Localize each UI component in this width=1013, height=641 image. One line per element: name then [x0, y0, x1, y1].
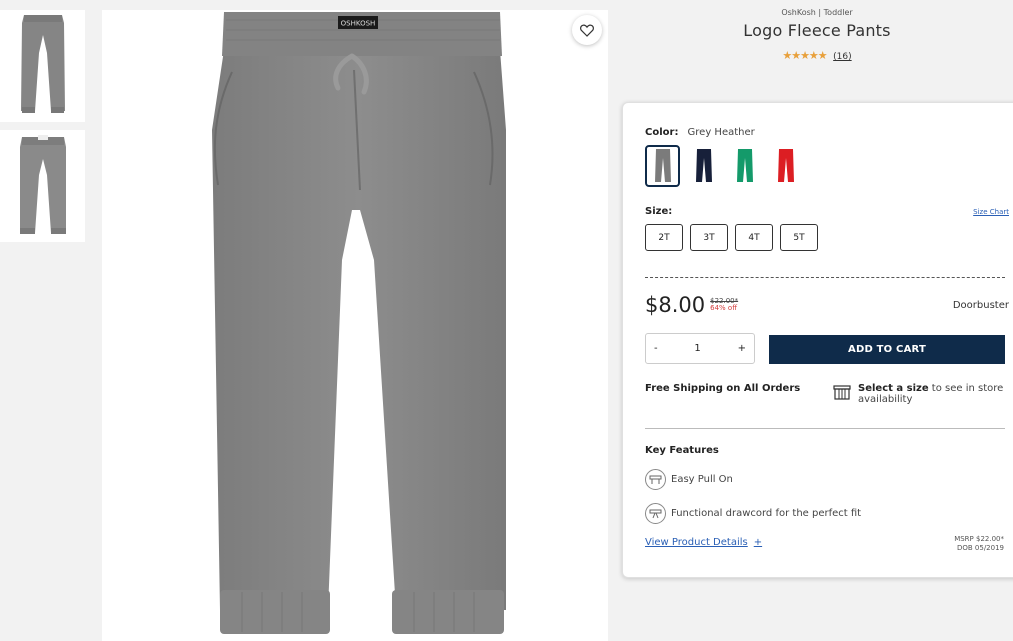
- price-row: $8.00 $22.00* 64% off Doorbuster: [645, 293, 1009, 317]
- color-label: Color:: [645, 127, 679, 138]
- add-to-cart-button[interactable]: ADD TO CART: [769, 335, 1005, 364]
- msrp-info: MSRP $22.00* DOB 05/2019: [954, 535, 1004, 553]
- store-icon: [833, 385, 851, 400]
- grey-pants-image: OSHKOSH: [212, 12, 506, 634]
- feature-item: Functional drawcord for the perfect fit: [645, 503, 861, 524]
- swatch-red[interactable]: [768, 145, 803, 187]
- dob-line: DOB 05/2019: [956, 544, 1004, 553]
- waistband-logo: OSHKOSH: [341, 20, 376, 28]
- pull-on-icon: [645, 469, 666, 490]
- size-2t-button[interactable]: 2T: [645, 224, 683, 251]
- color-value: Grey Heather: [687, 127, 755, 138]
- store-availability-text: Select a size to see in store availabili…: [858, 383, 1013, 405]
- select-size-text: Select a size: [858, 383, 929, 394]
- drawcord-icon: [645, 503, 666, 524]
- red-pants-swatch-icon: [777, 149, 794, 182]
- thumbnail-back[interactable]: [0, 130, 85, 242]
- navy-pants-swatch-icon: [695, 149, 712, 182]
- view-product-details-label: View Product Details: [645, 537, 748, 548]
- swatch-navy[interactable]: [686, 145, 721, 187]
- expand-plus-icon: +: [753, 537, 763, 548]
- quantity-value[interactable]: 1: [694, 343, 700, 354]
- grey-pants-swatch-icon: [654, 149, 671, 182]
- view-product-details-link[interactable]: View Product Details +: [645, 537, 762, 548]
- quantity-increase-button[interactable]: +: [738, 343, 746, 354]
- brand-line: OshKosh | Toddler: [781, 8, 853, 17]
- favorite-button[interactable]: [572, 15, 602, 45]
- product-title: Logo Fleece Pants: [743, 21, 891, 40]
- key-features-title: Key Features: [645, 445, 719, 456]
- size-chart-link[interactable]: Size Chart: [973, 208, 1009, 216]
- green-pants-swatch-icon: [736, 149, 753, 182]
- size-section: Size: Size Chart 2T 3T 4T 5T: [645, 206, 1009, 251]
- store-availability[interactable]: Select a size to see in store availabili…: [833, 383, 1013, 405]
- msrp-line: MSRP $22.00*: [954, 535, 1004, 543]
- star-rating-icon: ★★★★★: [782, 49, 827, 62]
- purchase-panel: Color: Grey Heather Size: Size Chart 2T …: [622, 102, 1013, 578]
- quantity-decrease-button[interactable]: -: [654, 343, 658, 354]
- thumbnail-front[interactable]: [0, 10, 85, 122]
- free-shipping-text: Free Shipping on All Orders: [645, 383, 801, 394]
- size-4t-button[interactable]: 4T: [735, 224, 773, 251]
- discount-percent: 64% off: [710, 304, 738, 312]
- feature-easy-pull-on: Easy Pull On: [671, 474, 733, 485]
- rating: ★★★★★ (16): [622, 49, 1012, 62]
- original-price-block: $22.00* 64% off: [710, 297, 738, 313]
- pants-front-thumbnail-image: [20, 15, 65, 113]
- feature-item: Easy Pull On: [645, 469, 733, 490]
- review-count-link[interactable]: (16): [833, 52, 851, 62]
- feature-drawcord: Functional drawcord for the perfect fit: [671, 508, 862, 519]
- product-header: OshKosh | Toddler Logo Fleece Pants ★★★★…: [622, 8, 1012, 62]
- section-divider: [645, 428, 1005, 429]
- color-section: Color: Grey Heather: [645, 120, 1005, 187]
- swatch-green[interactable]: [727, 145, 762, 187]
- dashed-divider: [645, 277, 1005, 278]
- main-product-image[interactable]: OSHKOSH: [102, 10, 608, 641]
- size-3t-button[interactable]: 3T: [690, 224, 728, 251]
- pants-back-thumbnail-image: [19, 135, 66, 234]
- size-label: Size:: [645, 206, 673, 217]
- size-5t-button[interactable]: 5T: [780, 224, 818, 251]
- doorbuster-badge: Doorbuster: [952, 299, 1009, 311]
- thumbnail-strip: [0, 10, 86, 250]
- heart-icon: [580, 24, 594, 37]
- color-swatches: [645, 145, 1005, 187]
- swatch-grey[interactable]: [645, 145, 680, 187]
- current-price: $8.00: [645, 293, 706, 317]
- size-options: 2T 3T 4T 5T: [645, 224, 1005, 251]
- quantity-stepper: - 1 +: [645, 333, 755, 364]
- product-page: OSHKOSH OshKosh | Toddler Logo Fleece Pa…: [0, 0, 1013, 641]
